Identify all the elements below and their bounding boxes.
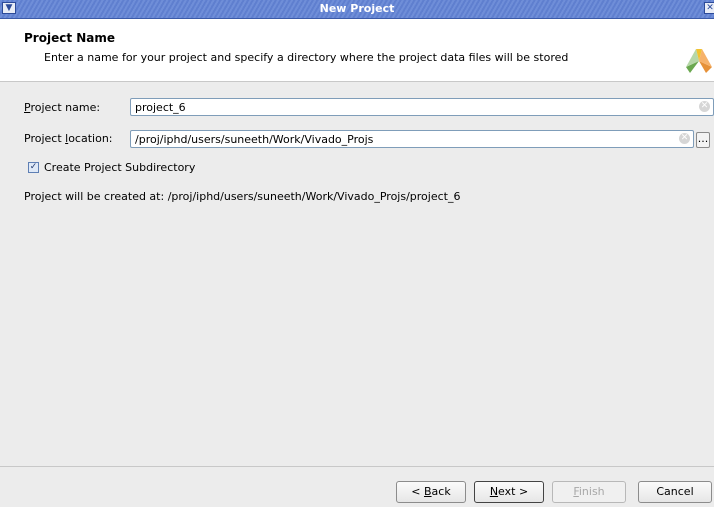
back-button-suffix: ack	[431, 485, 451, 498]
project-location-label-suffix: ocation:	[68, 132, 113, 145]
clear-icon[interactable]: ✕	[699, 101, 710, 112]
project-location-label: Project location:	[24, 132, 113, 145]
finish-button[interactable]: Finish	[552, 481, 626, 503]
back-button[interactable]: < Back	[396, 481, 466, 503]
create-subdirectory-checkbox[interactable]: ✓	[28, 162, 39, 173]
project-name-label-suffix: roject name:	[30, 101, 101, 114]
project-name-label: Project name:	[24, 101, 100, 114]
footer-divider	[0, 466, 714, 467]
browse-button[interactable]: ...	[696, 132, 710, 148]
page-description: Enter a name for your project and specif…	[44, 51, 569, 64]
page-title: Project Name	[24, 31, 116, 45]
page-header: Project Name Enter a name for your proje…	[0, 19, 714, 82]
project-name-field[interactable]: ✕	[130, 98, 714, 116]
project-location-input[interactable]	[131, 131, 679, 147]
clear-icon[interactable]: ✕	[679, 133, 690, 144]
finish-button-suffix: inish	[578, 485, 605, 498]
project-name-input[interactable]	[131, 99, 699, 115]
back-button-prefix: <	[411, 485, 424, 498]
title-bar: ▼ New Project ✕	[0, 0, 714, 19]
create-subdirectory-label[interactable]: Create Project Subdirectory	[44, 161, 195, 174]
vivado-logo-icon	[686, 49, 712, 73]
cancel-button[interactable]: Cancel	[638, 481, 712, 503]
window-title: New Project	[319, 2, 395, 15]
close-icon[interactable]: ✕	[704, 2, 714, 14]
project-location-label-prefix: Project	[24, 132, 66, 145]
project-path-summary: Project will be created at: /proj/iphd/u…	[24, 190, 461, 203]
project-location-field[interactable]: ✕	[130, 130, 694, 148]
back-button-mnemonic: B	[424, 485, 432, 498]
next-button-mnemonic: N	[489, 485, 499, 498]
next-button[interactable]: Next >	[474, 481, 544, 503]
next-button-suffix: ext >	[498, 485, 529, 498]
